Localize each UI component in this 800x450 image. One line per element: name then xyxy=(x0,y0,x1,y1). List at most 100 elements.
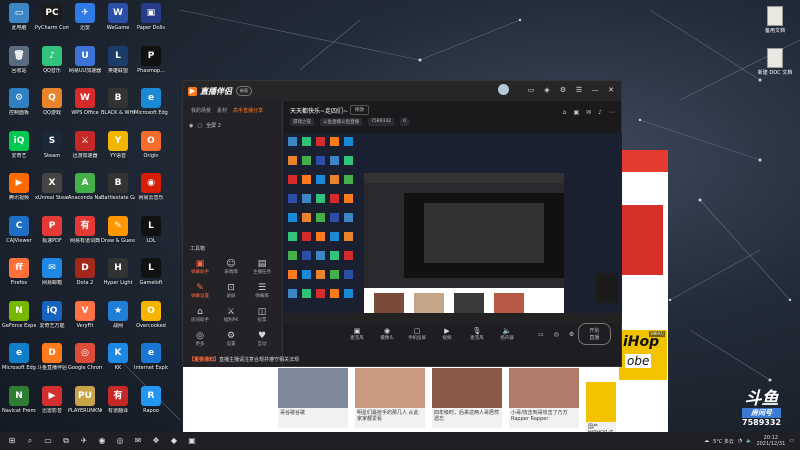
category-tag[interactable]: 游戏之夜 xyxy=(290,118,314,126)
desktop-icon-30[interactable]: ff Firefox xyxy=(2,256,36,300)
desktop-file-new-doc[interactable]: 新建 DOC 文档 xyxy=(757,48,793,76)
desktop-icon-18[interactable]: Y YY语音 xyxy=(101,129,135,173)
scene-item[interactable]: ◉ ▢ 全屏 2 xyxy=(183,120,282,131)
desktop-icon-28[interactable]: ✎ Draw & Guess xyxy=(101,214,135,258)
input-source-button[interactable]: 🔈 扬声器 xyxy=(494,327,520,341)
desktop-icon-5[interactable]: 🗑 回收站 xyxy=(2,44,36,88)
desktop-icon-33[interactable]: H Hyper Light xyxy=(101,256,135,300)
clock[interactable]: 20:12 2021/12/31 xyxy=(756,435,785,447)
desktop-icon-11[interactable]: Q QQ游戏 xyxy=(35,86,69,130)
taskbar-app-icon[interactable]: ⌕ xyxy=(22,434,38,448)
bell-icon[interactable]: ♪ xyxy=(598,109,602,116)
taskbar-app-icon[interactable]: ▭ xyxy=(40,434,56,448)
desktop-icon-27[interactable]: 有网易有道词典 xyxy=(68,214,102,258)
taskbar-app-icon[interactable]: ❖ xyxy=(148,434,164,448)
avatar[interactable] xyxy=(498,84,509,95)
desktop-icon-35[interactable]: NGeForce Experience xyxy=(2,299,36,343)
desktop-file-backup-doc[interactable]: 备用文档 xyxy=(757,6,793,34)
desktop-icon-34[interactable]: L Gameloft xyxy=(134,256,168,300)
taskbar-app-icon[interactable]: ⧉ xyxy=(58,434,74,448)
desktop-icon-1[interactable]: PCPyCharm Commun... xyxy=(35,1,69,45)
tool-6[interactable]: ⌂ 房间助手 xyxy=(185,307,215,323)
desktop-icon-17[interactable]: ⚔ 迅游加速器 xyxy=(68,129,102,173)
tool-7[interactable]: ⚔ 福利PK xyxy=(216,307,246,323)
camera-toggle-icon[interactable]: ▭ xyxy=(538,331,544,338)
desktop-icon-0[interactable]: ▭ 此电脑 xyxy=(2,1,36,45)
tool-1[interactable]: ☺ 表情库 xyxy=(216,259,246,275)
input-source-button[interactable]: 🎙 麦克风 xyxy=(464,327,490,341)
desktop-icon-46[interactable]: ▶ 迅雷影音 xyxy=(35,384,69,428)
input-source-button[interactable]: ▣ 麦克风 xyxy=(344,327,370,341)
eye-icon[interactable]: ◉ xyxy=(189,123,193,129)
tab-pro-share[interactable]: 高手直播分享 xyxy=(233,107,263,114)
desktop-icon-12[interactable]: W WPS Office xyxy=(68,86,102,130)
input-source-button[interactable]: ▢ 手机投屏 xyxy=(404,327,430,341)
desktop-icon-42[interactable]: ◎Google Chrome xyxy=(68,341,102,385)
mic-level-icon[interactable]: ◎ xyxy=(554,331,559,338)
desktop-icon-22[interactable]: AAnaconda Navigator xyxy=(68,171,102,215)
desktop-icon-49[interactable]: R Rapoo xyxy=(134,384,168,428)
desktop-icon-16[interactable]: S Steam xyxy=(35,129,69,173)
taskbar-app-icon[interactable]: ◉ xyxy=(94,434,110,448)
input-source-button[interactable]: ◉ 摄像头 xyxy=(374,327,400,341)
desktop-icon-37[interactable]: V VeryFit xyxy=(68,299,102,343)
desktop-icon-10[interactable]: ⚙ 控制面板 xyxy=(2,86,36,130)
video-card[interactable]: 明星们最抢手的那几人 从此家家都爱看 xyxy=(355,368,425,428)
desktop-icon-13[interactable]: BBLACK & WHITE xyxy=(101,86,135,130)
desktop-icon-45[interactable]: NNavicat Premium 12 xyxy=(2,384,36,428)
desktop-icon-19[interactable]: O Origin xyxy=(134,129,168,173)
video-card[interactable]: 国产HIPHOP 这一个世界都是它 xyxy=(586,382,616,432)
desktop-icon-20[interactable]: ▶ 腾讯视频 xyxy=(2,171,36,215)
desktop-icon-23[interactable]: BBattlestate Games xyxy=(101,171,135,215)
desktop-icon-29[interactable]: L LOL xyxy=(134,214,168,258)
tool-5[interactable]: ☰ 弹幕库 xyxy=(247,283,277,299)
tool-9[interactable]: ◎ 更多 xyxy=(185,331,215,347)
mail-icon[interactable]: ✉ xyxy=(586,109,591,116)
desktop-icon-9[interactable]: P Phasmop... xyxy=(134,44,168,88)
desktop-icon-44[interactable]: eInternet Explorer xyxy=(134,341,168,385)
desktop-icon-39[interactable]: O Overcooked xyxy=(134,299,168,343)
message-icon[interactable]: ▭ xyxy=(525,84,537,96)
desktop-icon-8[interactable]: L 英雄联盟 xyxy=(101,44,135,88)
video-card[interactable]: 哥谷歌谷歌 xyxy=(278,368,348,428)
volume-icon[interactable]: 🔈 xyxy=(746,438,752,444)
tool-11[interactable]: ♥ 互动 xyxy=(247,331,277,347)
minimize-icon[interactable]: — xyxy=(589,84,601,96)
hiphop-thumbnail[interactable]: iHop obe 1869万 xyxy=(619,330,667,380)
tool-4[interactable]: ⊡ 录屏 xyxy=(216,283,246,299)
tab-scenes[interactable]: 我的场景 xyxy=(191,107,211,114)
video-card[interactable]: 四年级时，后来这两人哥居然遗忘 xyxy=(432,368,502,428)
desktop-icon-32[interactable]: D Dota 2 xyxy=(68,256,102,300)
tab-materials[interactable]: 素材 xyxy=(217,107,227,114)
menu-icon[interactable]: ☰ xyxy=(573,84,585,96)
taskbar-app-icon[interactable]: ⊞ xyxy=(4,434,20,448)
desktop-icon-24[interactable]: ◉ 网易云音乐 xyxy=(134,171,168,215)
tool-3[interactable]: ✎ 弹幕设置 xyxy=(185,283,215,299)
more-icon[interactable]: ⋯ xyxy=(609,109,615,116)
desktop-icon-2[interactable]: ✈ 迅雷 xyxy=(68,1,102,45)
desktop-icon-31[interactable]: ✉ 网易邮箱 xyxy=(35,256,69,300)
desktop-icon-4[interactable]: ▣ Paper Dolls xyxy=(134,1,168,45)
taskbar-app-icon[interactable]: ◆ xyxy=(166,434,182,448)
close-icon[interactable]: ✕ xyxy=(605,84,617,96)
desktop-icon-38[interactable]: ★ 战网 xyxy=(101,299,135,343)
input-source-button[interactable]: ▶ 视频 xyxy=(434,327,460,341)
taskbar-app-icon[interactable]: ✈ xyxy=(76,434,92,448)
tool-2[interactable]: ▤ 主播任务 xyxy=(247,259,277,275)
notification-icon[interactable]: ▭ xyxy=(789,438,794,444)
gift-icon[interactable]: ◈ xyxy=(541,84,553,96)
taskbar-app-icon[interactable]: ✉ xyxy=(130,434,146,448)
desktop-icon-15[interactable]: iQ 爱奇艺 xyxy=(2,129,36,173)
desktop-icon-6[interactable]: ♪ QQ音乐 xyxy=(35,44,69,88)
start-live-button[interactable]: 开始直播 xyxy=(578,323,611,345)
weather-icon[interactable]: ☁ xyxy=(704,438,709,444)
gift-box-icon[interactable]: ▣ xyxy=(573,109,579,116)
taskbar-app-icon[interactable]: ▣ xyxy=(184,434,200,448)
desktop-icon-3[interactable]: W WeGame xyxy=(101,1,135,45)
desktop-icon-25[interactable]: C CAJViewer xyxy=(2,214,36,258)
desktop-icon-14[interactable]: e Microsoft Edge xyxy=(134,86,168,130)
desktop-icon-21[interactable]: XxUnreal Steam xyxy=(35,171,69,215)
desktop-icon-48[interactable]: 有有道翻译 xyxy=(101,384,135,428)
notice-bar[interactable]: 【重要通知】直播主播请注意合规并遵守相关法规 xyxy=(189,356,299,363)
desktop-icon-40[interactable]: e Microsoft Edge xyxy=(2,341,36,385)
